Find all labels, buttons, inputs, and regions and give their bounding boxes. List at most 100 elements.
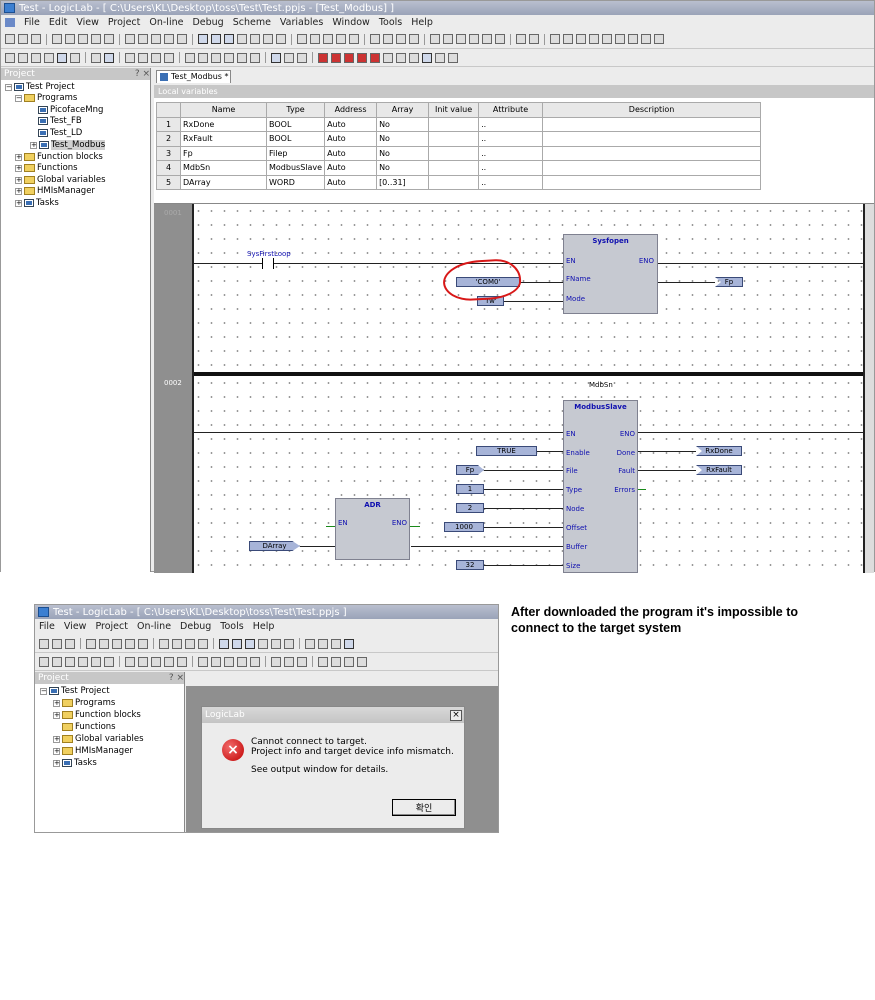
- view2-icon[interactable]: [232, 638, 242, 649]
- view1-icon[interactable]: [198, 34, 208, 44]
- view7-icon[interactable]: [276, 34, 286, 44]
- find-icon[interactable]: [125, 34, 135, 44]
- return-icon[interactable]: [357, 52, 367, 63]
- debug-icon[interactable]: [469, 34, 479, 44]
- comment-icon[interactable]: [383, 52, 393, 63]
- compile-icon[interactable]: [430, 34, 440, 44]
- pointer-icon[interactable]: [271, 52, 281, 63]
- undo-icon[interactable]: [86, 638, 96, 649]
- tree-hmismanager[interactable]: + HMIsManager: [15, 186, 95, 196]
- tree-test-modbus[interactable]: + Test_Modbus: [30, 140, 106, 150]
- tree-programs[interactable]: − Programs: [15, 93, 77, 103]
- zoom-in-icon[interactable]: [297, 656, 307, 667]
- bp-icon[interactable]: [550, 34, 560, 44]
- bp7-icon[interactable]: [628, 34, 638, 44]
- step-icon[interactable]: [409, 34, 419, 44]
- replace-icon[interactable]: [172, 638, 182, 649]
- view5-icon[interactable]: [250, 34, 260, 44]
- layout-icon[interactable]: [482, 34, 492, 44]
- input-darray[interactable]: DArray: [249, 541, 300, 551]
- tree-global-variables[interactable]: + Global variables: [15, 175, 106, 185]
- ld-row-icon[interactable]: [39, 656, 49, 667]
- view4-icon[interactable]: [258, 638, 268, 649]
- redo-icon[interactable]: [99, 638, 109, 649]
- coil-s-icon[interactable]: [211, 52, 221, 63]
- print-icon[interactable]: [164, 34, 174, 44]
- table-row[interactable]: 1 RxDone BOOL Auto No..: [156, 116, 762, 132]
- modbusslave-block[interactable]: ModbusSlave EN Enable File Type Node Off…: [563, 400, 638, 573]
- coil-icon[interactable]: [198, 656, 208, 667]
- ld-select-icon[interactable]: [57, 52, 67, 63]
- input-type[interactable]: 1: [456, 484, 484, 494]
- tree-project[interactable]: − Test Project: [5, 82, 75, 92]
- return-icon[interactable]: [357, 656, 367, 667]
- view6-icon[interactable]: [284, 638, 294, 649]
- contact-no-icon[interactable]: [151, 656, 161, 667]
- output-rxfault[interactable]: RxFault: [696, 465, 742, 475]
- table-icon[interactable]: [318, 638, 328, 649]
- connect-icon[interactable]: [456, 34, 466, 44]
- close-button[interactable]: ×: [450, 709, 462, 721]
- menu-project[interactable]: Project: [108, 17, 141, 28]
- prop-icon[interactable]: [435, 52, 445, 63]
- ld-select-icon[interactable]: [91, 656, 101, 667]
- view2-icon[interactable]: [211, 34, 221, 44]
- jump-icon[interactable]: [344, 656, 354, 667]
- open-icon[interactable]: [52, 638, 62, 649]
- menu-file[interactable]: File: [24, 17, 40, 28]
- coil-s-icon[interactable]: [224, 656, 234, 667]
- menu-edit[interactable]: Edit: [49, 17, 67, 28]
- ld-row-icon[interactable]: [5, 52, 15, 63]
- view3-icon[interactable]: [224, 34, 234, 44]
- grid-icon[interactable]: [297, 34, 307, 44]
- tree-functions[interactable]: + Functions: [15, 163, 78, 173]
- block-icon[interactable]: [318, 52, 328, 63]
- tree-function-blocks[interactable]: + Function blocks: [15, 152, 103, 162]
- contact-no-icon[interactable]: [125, 52, 135, 63]
- download-icon[interactable]: [344, 638, 354, 649]
- ld-label-icon[interactable]: [70, 52, 80, 63]
- view3-icon[interactable]: [245, 638, 255, 649]
- watch-icon[interactable]: [323, 34, 333, 44]
- contact-n-icon[interactable]: [164, 52, 174, 63]
- grid-icon[interactable]: [305, 638, 315, 649]
- block2-icon[interactable]: [331, 656, 341, 667]
- paste-icon[interactable]: [138, 638, 148, 649]
- menu-project[interactable]: Project: [95, 621, 128, 632]
- contact-icon[interactable]: [91, 52, 101, 63]
- tree-test-fb[interactable]: Test_FB: [38, 116, 82, 126]
- contact-par-icon[interactable]: [138, 656, 148, 667]
- block-icon[interactable]: [318, 656, 328, 667]
- layout2-icon[interactable]: [495, 34, 505, 44]
- table-row[interactable]: 2 RxFault BOOL Auto No..: [156, 131, 762, 147]
- coil-r-icon[interactable]: [224, 52, 234, 63]
- view5-icon[interactable]: [271, 638, 281, 649]
- en-icon[interactable]: [422, 52, 432, 63]
- table-row[interactable]: 5 DArray WORD Auto [0..31]..: [156, 174, 762, 190]
- new-icon[interactable]: [5, 34, 15, 44]
- contact-nc-icon[interactable]: [164, 656, 174, 667]
- tree-picofacemng[interactable]: PicofaceMng: [38, 105, 103, 115]
- tree-tasks[interactable]: + Tasks: [15, 198, 59, 208]
- panel-controls[interactable]: ? ×: [169, 673, 184, 683]
- settings-icon[interactable]: [529, 34, 539, 44]
- save-icon[interactable]: [65, 638, 75, 649]
- pointer-icon[interactable]: [271, 656, 281, 667]
- adr-block[interactable]: ADR EN ENO: [335, 498, 410, 560]
- run-icon[interactable]: [396, 34, 406, 44]
- coil-p-icon[interactable]: [250, 656, 260, 667]
- bp6-icon[interactable]: [615, 34, 625, 44]
- download-icon[interactable]: [336, 34, 346, 44]
- panel-controls[interactable]: ? ×: [135, 69, 150, 79]
- menu-tools[interactable]: Tools: [220, 621, 243, 632]
- preview-icon[interactable]: [177, 34, 187, 44]
- menu-icon[interactable]: [5, 17, 15, 27]
- print-icon[interactable]: [198, 638, 208, 649]
- wire-icon[interactable]: [284, 656, 294, 667]
- menu-help[interactable]: Help: [411, 17, 433, 28]
- block2-icon[interactable]: [331, 52, 341, 63]
- bp2-icon[interactable]: [563, 34, 573, 44]
- refresh-icon[interactable]: [516, 34, 526, 44]
- contact-p-icon[interactable]: [151, 52, 161, 63]
- replace-icon[interactable]: [138, 34, 148, 44]
